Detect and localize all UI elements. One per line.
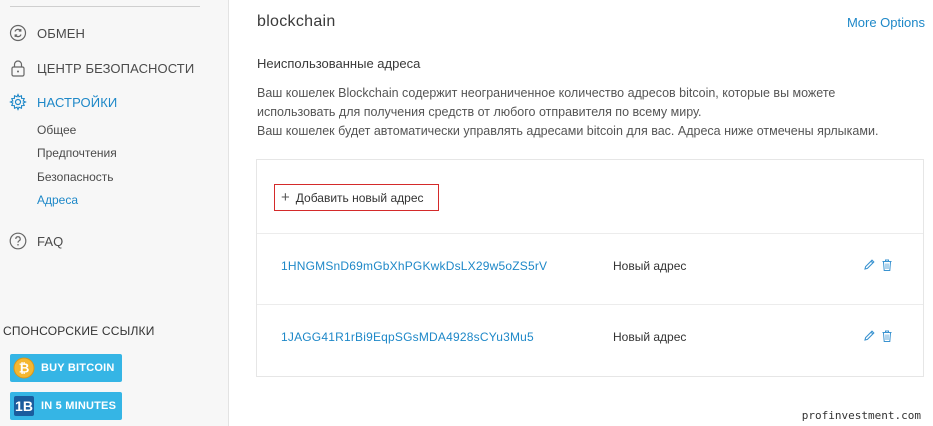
sidebar-item-label: НАСТРОЙКИ xyxy=(37,94,118,110)
trash-icon[interactable] xyxy=(881,329,893,343)
address-label: Новый адрес xyxy=(613,259,687,273)
sidebar-item-label: ОБМЕН xyxy=(37,25,86,41)
gear-icon xyxy=(9,93,27,111)
sidebar-item-settings[interactable]: НАСТРОЙКИ xyxy=(9,92,117,112)
sponsor-label: BUY BITCOIN xyxy=(41,362,115,374)
in-5-minutes-button[interactable]: 1B IN 5 MINUTES xyxy=(10,392,122,420)
svg-text:₿: ₿ xyxy=(19,361,30,376)
address-row: 1JAGG41R1rBi9EqpSGsMDA4928sCYu3Mu5 Новый… xyxy=(257,308,923,368)
watermark: profinvestment.com xyxy=(801,409,921,422)
sidebar-item-security-center[interactable]: ЦЕНТР БЕЗОПАСНОСТИ xyxy=(9,58,194,78)
description-line: использовать для получения средств от лю… xyxy=(257,105,702,119)
settings-sub-preferences[interactable]: Предпочтения xyxy=(37,146,117,160)
bitcoin-coin-icon: ₿ xyxy=(13,357,35,379)
address-link[interactable]: 1JAGG41R1rBi9EqpSGsMDA4928sCYu3Mu5 xyxy=(281,330,534,344)
description: Ваш кошелек Blockchain содержит неограни… xyxy=(257,84,917,141)
description-line: Ваш кошелек Blockchain содержит неограни… xyxy=(257,86,836,100)
buy-bitcoin-button[interactable]: ₿ BUY BITCOIN xyxy=(10,354,122,382)
sidebar-item-faq[interactable]: FAQ xyxy=(9,231,63,251)
sidebar-item-exchange[interactable]: ОБМЕН xyxy=(9,23,85,43)
pencil-icon[interactable] xyxy=(863,258,876,272)
addresses-panel: + Добавить новый адрес 1HNGMSnD69mGbXhPG… xyxy=(256,159,924,377)
sidebar-divider xyxy=(10,6,200,7)
description-line: Ваш кошелек будет автоматически управлят… xyxy=(257,124,879,138)
settings-sub-general[interactable]: Общее xyxy=(37,123,76,137)
question-circle-icon xyxy=(9,232,27,250)
row-divider xyxy=(257,233,923,234)
sponsor-links-title: СПОНСОРСКИЕ ССЫЛКИ xyxy=(3,324,155,338)
sidebar-item-label: FAQ xyxy=(37,233,64,249)
address-label: Новый адрес xyxy=(613,330,687,344)
add-new-address-button[interactable]: + Добавить новый адрес xyxy=(274,184,439,211)
settings-sub-security[interactable]: Безопасность xyxy=(37,170,114,184)
sidebar: ОБМЕН ЦЕНТР БЕЗОПАСНОСТИ НАСТРОЙКИ Общее… xyxy=(0,0,229,426)
exchange-icon xyxy=(9,24,27,42)
more-options-link[interactable]: More Options xyxy=(847,15,925,30)
row-divider xyxy=(257,304,923,305)
pencil-icon[interactable] xyxy=(863,329,876,343)
settings-sub-addresses[interactable]: Адреса xyxy=(37,193,78,207)
trash-icon[interactable] xyxy=(881,258,893,272)
address-link[interactable]: 1HNGMSnD69mGbXhPGKwkDsLX29w5oZS5rV xyxy=(281,259,547,273)
section-title: Неиспользованные адреса xyxy=(257,56,421,71)
plus-icon: + xyxy=(281,189,290,206)
address-row: 1HNGMSnD69mGbXhPGKwkDsLX29w5oZS5rV Новый… xyxy=(257,237,923,297)
add-address-label: Добавить новый адрес xyxy=(295,190,424,205)
sponsor-label: IN 5 MINUTES xyxy=(41,400,117,412)
svg-text:1B: 1B xyxy=(15,398,33,414)
sidebar-item-label: ЦЕНТР БЕЗОПАСНОСТИ xyxy=(37,60,195,76)
lock-icon xyxy=(9,59,27,77)
wallet-title: blockchain xyxy=(257,13,336,30)
sponsor-logo-icon: 1B xyxy=(13,395,35,417)
